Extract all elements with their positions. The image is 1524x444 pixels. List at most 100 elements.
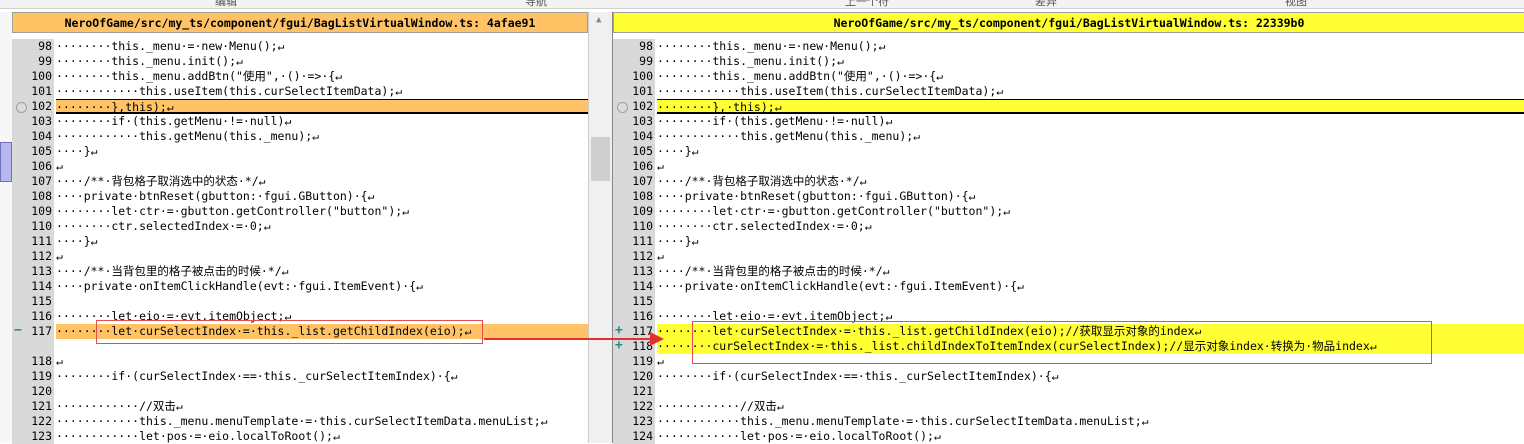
code-text[interactable]: ····private·onItemClickHandle(evt:·fgui.… (657, 279, 1524, 294)
left-code-line[interactable]: 100 ········this._menu.addBtn("使用",·()·=>… (12, 69, 588, 84)
code-text[interactable]: ············this._menu.menuTemplate·=·th… (657, 414, 1524, 429)
code-text[interactable]: ········this._menu.init();↵ (657, 54, 1524, 69)
left-code-line[interactable]: 106 ↵ (12, 159, 588, 174)
left-code-line[interactable]: 102 ········},this);↵ (12, 99, 588, 114)
right-code-lines[interactable]: 98 ········this._menu·=·new·Menu();↵ 99 ···… (613, 39, 1524, 444)
code-text[interactable]: ········this._menu.addBtn("使用",·()·=>·{↵ (56, 69, 588, 84)
right-code-line[interactable]: 115 (613, 294, 1524, 309)
code-text[interactable]: ····}↵ (56, 144, 588, 159)
right-code-line[interactable]: 108 ····private·btnReset(gbutton:·fgui.GB… (613, 189, 1524, 204)
code-text[interactable]: ············this.useItem(this.curSelectI… (56, 84, 588, 99)
left-code-line[interactable]: 118 ↵ (12, 354, 588, 369)
overview-strip[interactable] (0, 12, 12, 443)
code-text[interactable]: ····/**·当背包里的格子被点击的时候·*/↵ (56, 264, 588, 279)
code-text[interactable]: ····private·btnReset(gbutton:·fgui.GButt… (657, 189, 1524, 204)
code-text[interactable] (56, 294, 588, 309)
toolbar-item-edit[interactable]: 编辑 (215, 0, 237, 8)
code-text[interactable]: ········this._menu.init();↵ (56, 54, 588, 69)
right-code-line[interactable]: 102 ········},·this);↵ (613, 99, 1524, 114)
code-text[interactable]: ········let·ctr·=·gbutton.getController(… (657, 204, 1524, 219)
right-code-line[interactable]: 109 ········let·ctr·=·gbutton.getControll… (613, 204, 1524, 219)
right-code-line[interactable]: 124 ············let·pos·=·eio.localToRoot… (613, 429, 1524, 444)
code-text[interactable]: ········this._menu.addBtn("使用",·()·=>·{↵ (657, 69, 1524, 84)
code-text[interactable]: ············this._menu.menuTemplate·=·th… (56, 414, 588, 429)
left-code-line[interactable]: 98 ········this._menu·=·new·Menu();↵ (12, 39, 588, 54)
code-text[interactable]: ····}↵ (657, 234, 1524, 249)
code-text[interactable]: ↵ (56, 354, 588, 369)
code-text[interactable]: ········if·(curSelectIndex·==·this._curS… (56, 369, 588, 384)
code-text[interactable]: ····/**·背包格子取消选中的状态·*/↵ (56, 174, 588, 189)
left-code-line[interactable]: 104 ············this.getMenu(this._menu);… (12, 129, 588, 144)
code-text[interactable] (657, 294, 1524, 309)
code-text[interactable]: ········let·ctr·=·gbutton.getController(… (56, 204, 588, 219)
right-code-line[interactable]: 98 ········this._menu·=·new·Menu();↵ (613, 39, 1524, 54)
scrollbar-thumb[interactable] (591, 137, 610, 181)
toolbar-item-nav[interactable]: 导航 (525, 0, 547, 8)
right-code-line[interactable]: 104 ············this.getMenu(this._menu);… (613, 129, 1524, 144)
code-text[interactable]: ········this._menu·=·new·Menu();↵ (657, 39, 1524, 54)
left-code-line[interactable]: 113 ····/**·当背包里的格子被点击的时候·*/↵ (12, 264, 588, 279)
left-code-line[interactable]: 108 ····private·btnReset(gbutton:·fgui.GB… (12, 189, 588, 204)
code-text[interactable]: ↵ (657, 159, 1524, 174)
right-code-line[interactable]: 123 ············this._menu.menuTemplate·=… (613, 414, 1524, 429)
left-code-line[interactable]: 121 ············//双击↵ (12, 399, 588, 414)
code-text[interactable]: ········this._menu·=·new·Menu();↵ (56, 39, 588, 54)
code-text[interactable]: ············this.getMenu(this._menu);↵ (56, 129, 588, 144)
code-text[interactable]: ········ctr.selectedIndex·=·0;↵ (657, 219, 1524, 234)
left-code-line[interactable]: 111 ····}↵ (12, 234, 588, 249)
left-code-line[interactable]: 120 (12, 384, 588, 399)
code-text[interactable]: ····private·onItemClickHandle(evt:·fgui.… (56, 279, 588, 294)
left-code-line[interactable]: 101 ············this.useItem(this.curSele… (12, 84, 588, 99)
code-text[interactable]: ············let·pos·=·eio.localToRoot();… (56, 429, 588, 444)
right-code-line[interactable]: 120 ········if·(curSelectIndex·==·this._c… (613, 369, 1524, 384)
left-code-line[interactable]: 107 ····/**·背包格子取消选中的状态·*/↵ (12, 174, 588, 189)
code-text[interactable]: ↵ (56, 159, 588, 174)
code-text[interactable]: ····/**·背包格子取消选中的状态·*/↵ (657, 174, 1524, 189)
left-code-line[interactable]: 119 ········if·(curSelectIndex·==·this._c… (12, 369, 588, 384)
left-code-line[interactable]: 110 ········ctr.selectedIndex·=·0;↵ (12, 219, 588, 234)
code-text[interactable]: ············this.useItem(this.curSelectI… (657, 84, 1524, 99)
toolbar-item-prev[interactable]: 上一个符 (845, 0, 889, 8)
left-code-line[interactable]: 103 ········if·(this.getMenu·!=·null)↵ (12, 114, 588, 129)
code-text[interactable]: ····/**·当背包里的格子被点击的时候·*/↵ (657, 264, 1524, 279)
right-code-line[interactable]: 105 ····}↵ (613, 144, 1524, 159)
right-code-line[interactable]: 111 ····}↵ (613, 234, 1524, 249)
left-code-line[interactable]: 105 ····}↵ (12, 144, 588, 159)
right-code-line[interactable]: 107 ····/**·背包格子取消选中的状态·*/↵ (613, 174, 1524, 189)
right-code-line[interactable]: 100 ········this._menu.addBtn("使用",·()·=>… (613, 69, 1524, 84)
toolbar-item-diff[interactable]: 差异 (1035, 0, 1057, 8)
code-text[interactable]: ····}↵ (657, 144, 1524, 159)
code-text[interactable]: ····private·btnReset(gbutton:·fgui.GButt… (56, 189, 588, 204)
right-code-line[interactable]: 121 (613, 384, 1524, 399)
code-text[interactable]: ····}↵ (56, 234, 588, 249)
left-code-lines[interactable]: 98 ········this._menu·=·new·Menu();↵ 99 ···… (12, 39, 588, 444)
left-code-line[interactable]: 109 ········let·ctr·=·gbutton.getControll… (12, 204, 588, 219)
code-text[interactable]: ············this.getMenu(this._menu);↵ (657, 129, 1524, 144)
right-code-line[interactable]: 99 ········this._menu.init();↵ (613, 54, 1524, 69)
left-code-line[interactable]: 123 ············let·pos·=·eio.localToRoot… (12, 429, 588, 444)
overview-change-block[interactable] (0, 142, 12, 182)
left-code-line[interactable]: 114 ····private·onItemClickHandle(evt:·fg… (12, 279, 588, 294)
toolbar-item-view[interactable]: 视图 (1285, 0, 1307, 8)
code-text[interactable] (56, 384, 588, 399)
code-text[interactable]: ············//双击↵ (56, 399, 588, 414)
code-text[interactable]: ········ctr.selectedIndex·=·0;↵ (56, 219, 588, 234)
right-code-line[interactable]: 113 ····/**·当背包里的格子被点击的时候·*/↵ (613, 264, 1524, 279)
left-code-line[interactable]: 115 (12, 294, 588, 309)
right-code-line[interactable]: 112 ↵ (613, 249, 1524, 264)
code-text[interactable]: ········if·(curSelectIndex·==·this._curS… (657, 369, 1524, 384)
code-text[interactable] (657, 384, 1524, 399)
code-text[interactable]: ↵ (657, 249, 1524, 264)
code-text[interactable]: ········},·this);↵ (657, 99, 1524, 114)
right-code-line[interactable]: 101 ············this.useItem(this.curSele… (613, 84, 1524, 99)
code-text[interactable]: ↵ (56, 249, 588, 264)
right-code-line[interactable]: 122 ············//双击↵ (613, 399, 1524, 414)
left-code-line[interactable]: 99 ········this._menu.init();↵ (12, 54, 588, 69)
left-code-line[interactable]: 112 ↵ (12, 249, 588, 264)
left-code-line[interactable]: 122 ············this._menu.menuTemplate·=… (12, 414, 588, 429)
right-code-line[interactable]: 106 ↵ (613, 159, 1524, 174)
right-code-line[interactable]: 114 ····private·onItemClickHandle(evt:·fg… (613, 279, 1524, 294)
code-text[interactable]: ············let·pos·=·eio.localToRoot();… (657, 429, 1524, 444)
code-text[interactable]: ············//双击↵ (657, 399, 1524, 414)
code-text[interactable]: ········if·(this.getMenu·!=·null)↵ (56, 114, 588, 129)
